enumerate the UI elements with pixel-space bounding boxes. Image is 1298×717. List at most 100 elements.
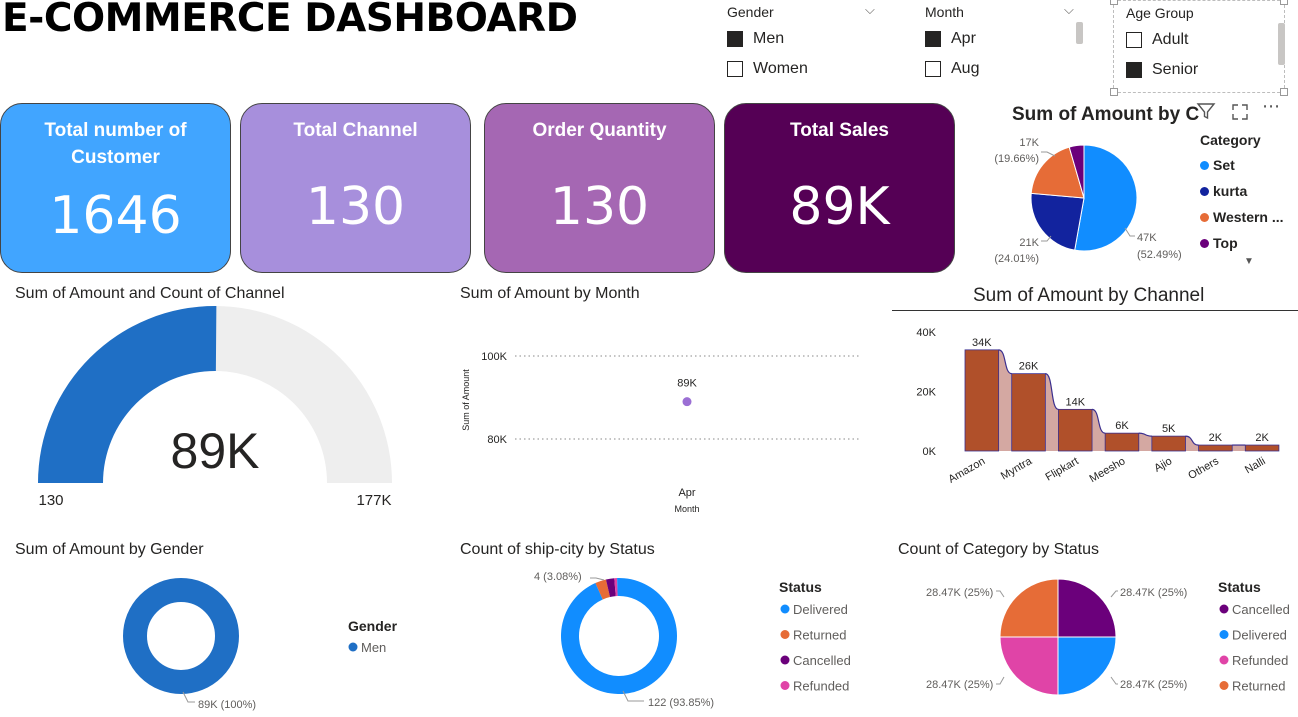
category-pie-title: Sum of Amount by C — [1012, 104, 1200, 125]
legend-title: Category — [1200, 132, 1261, 148]
legend-label[interactable]: Cancelled — [793, 653, 851, 668]
month-scatter-chart: 100K 80K 89K Apr Sum of Amount Month — [461, 351, 860, 514]
filter-icon[interactable] — [1196, 101, 1216, 126]
bar-nalli[interactable] — [1244, 444, 1280, 452]
pie-slice-returned[interactable] — [999, 578, 1059, 638]
legend-label[interactable]: Refunded — [1232, 653, 1288, 668]
x-tick-label: Meesho — [1088, 455, 1128, 485]
legend-title: Status — [779, 579, 822, 595]
x-tick-label: Apr — [678, 487, 695, 499]
ribbon — [998, 349, 1012, 451]
bar-myntra[interactable] — [1011, 373, 1046, 452]
bar-ajio[interactable] — [1151, 435, 1186, 452]
donut-slice-delivered[interactable] — [561, 578, 677, 694]
resize-handle[interactable] — [1110, 88, 1118, 96]
data-label: (19.66%) — [994, 153, 1039, 165]
slicer-option-senior[interactable]: Senior — [1126, 61, 1198, 79]
checkbox[interactable] — [925, 31, 941, 47]
legend-label[interactable]: Refunded — [793, 679, 849, 694]
legend-dot — [1200, 186, 1209, 196]
month-slicer[interactable]: Month ⌵ Apr Aug — [925, 0, 1085, 90]
checkbox[interactable] — [925, 61, 941, 77]
legend-item[interactable]: Set — [1200, 152, 1284, 178]
slicer-option-apr[interactable]: Apr — [925, 30, 976, 48]
checkbox[interactable] — [1126, 32, 1142, 48]
data-label: 2K — [1255, 432, 1269, 444]
checkbox[interactable] — [727, 31, 743, 47]
data-label: (24.01%) — [994, 253, 1039, 265]
legend-item[interactable]: Top — [1200, 230, 1284, 256]
gender-slicer[interactable]: Gender ⌵ Men Women — [727, 0, 887, 90]
resize-handle[interactable] — [1110, 0, 1118, 5]
category-status-title: Count of Category by Status — [898, 541, 1099, 558]
slicer-scrollbar[interactable] — [1076, 22, 1083, 44]
legend-dot — [780, 604, 790, 614]
legend-dot — [1200, 212, 1209, 222]
bar-amazon[interactable] — [964, 349, 1000, 452]
data-label: 28.47K (25%) — [926, 587, 993, 599]
slicer-scrollbar[interactable] — [1278, 23, 1285, 65]
legend-label[interactable]: Delivered — [793, 602, 848, 617]
x-tick-label: Ajio — [1152, 455, 1174, 475]
legend-dot — [1200, 238, 1209, 248]
pie-slice-refunded[interactable] — [999, 636, 1059, 696]
legend-item[interactable]: Western ... — [1200, 204, 1284, 230]
slicer-option-men[interactable]: Men — [727, 30, 784, 48]
category-pie-slices: 47K (52.49%) 21K (24.01%) 17K (19.66%) — [994, 137, 1181, 265]
bar-flipkart[interactable] — [1058, 408, 1093, 452]
kpi-card-value: 1646 — [49, 186, 182, 246]
legend-label[interactable]: Returned — [793, 628, 846, 643]
bar-others[interactable] — [1198, 444, 1233, 452]
more-options-icon[interactable]: ⋯ — [1262, 96, 1281, 117]
legend-label[interactable]: Returned — [1232, 679, 1285, 694]
slicer-option-aug[interactable]: Aug — [925, 60, 979, 78]
data-label: 34K — [972, 337, 992, 349]
data-label: 6K — [1115, 420, 1129, 432]
y-tick-label: 80K — [487, 434, 507, 446]
pie-slice-delivered[interactable] — [1057, 636, 1117, 696]
kpi-card-value: 89K — [789, 177, 890, 237]
data-label: 14K — [1065, 396, 1085, 408]
checkbox[interactable] — [1126, 62, 1142, 78]
legend-label[interactable]: Men — [361, 640, 386, 655]
donut-slice-men[interactable] — [123, 578, 239, 694]
pie-slice-cancelled[interactable] — [1057, 578, 1117, 638]
legend-scroll-down-icon[interactable]: ▼ — [1244, 256, 1284, 267]
legend-label[interactable]: Cancelled — [1232, 602, 1290, 617]
resize-handle[interactable] — [1280, 0, 1288, 5]
bar-meesho[interactable] — [1104, 432, 1140, 452]
age-group-slicer-label: Age Group — [1126, 5, 1194, 21]
ribbon — [1232, 445, 1246, 451]
chevron-down-icon[interactable]: ⌵ — [865, 2, 875, 18]
divider — [892, 310, 1298, 311]
month-slicer-label: Month — [925, 4, 964, 20]
leader-line — [1110, 590, 1118, 598]
y-tick-label: 100K — [481, 351, 507, 363]
slicer-option-women[interactable]: Women — [727, 60, 808, 78]
slicer-option-adult[interactable]: Adult — [1126, 31, 1188, 49]
chevron-down-icon[interactable]: ⌵ — [1064, 2, 1074, 18]
gauge-max-label: 177K — [356, 492, 391, 509]
legend-label: Western ... — [1213, 209, 1284, 225]
data-point[interactable] — [682, 397, 692, 407]
data-label: 122 (93.85%) — [648, 697, 714, 709]
leader-line — [1110, 676, 1118, 685]
legend-dot — [1219, 655, 1229, 665]
data-label: (52.49%) — [1137, 249, 1182, 261]
ribbon — [1045, 373, 1059, 451]
gauge-chart: 89K 130 177K — [38, 306, 392, 509]
data-label: 21K — [1019, 237, 1039, 249]
legend-item[interactable]: kurta — [1200, 178, 1284, 204]
resize-handle[interactable] — [1280, 88, 1288, 96]
x-tick-label: Myntra — [999, 455, 1035, 483]
legend-dot — [348, 642, 358, 652]
legend-dot — [780, 681, 790, 690]
checkbox[interactable] — [727, 61, 743, 77]
data-label: 89K (100%) — [198, 699, 256, 711]
kpi-card-order-quantity: Order Quantity 130 — [484, 103, 715, 273]
slicer-option-label: Apr — [951, 30, 976, 47]
age-group-slicer[interactable]: Age Group Adult Senior — [1110, 0, 1288, 96]
legend-label[interactable]: Delivered — [1232, 628, 1287, 643]
data-label: 5K — [1162, 423, 1176, 435]
focus-mode-icon[interactable] — [1230, 102, 1250, 127]
